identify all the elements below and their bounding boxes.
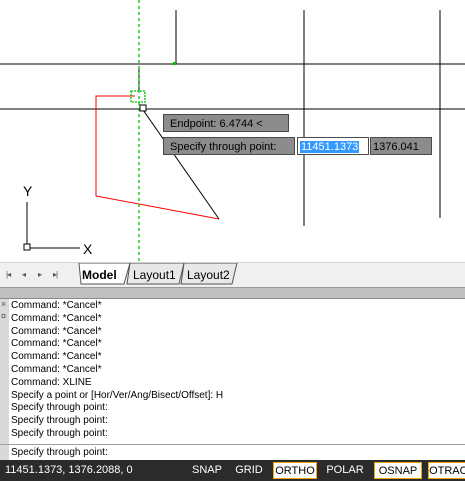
command-window-gutter: × ¤ [0, 299, 9, 444]
tab-model[interactable]: Model [82, 267, 117, 284]
history-line: Specify a point or [Hor/Ver/Ang/Bisect/O… [11, 389, 224, 401]
ucs-y-label: Y [23, 183, 33, 199]
ucs-x-label: X [83, 241, 93, 257]
ucs-origin-box [23, 243, 31, 251]
command-line-gutter [0, 445, 9, 460]
command-line [0, 444, 465, 460]
dynamic-input-prompt: Specify through point: [163, 137, 295, 155]
history-line: Command: *Cancel* [11, 351, 102, 363]
dynamic-input-y-field[interactable]: 1376.041 [370, 137, 432, 155]
grid-toggle[interactable]: GRID [232, 462, 266, 479]
options-icon[interactable]: ¤ [1, 311, 6, 321]
osnap-toggle[interactable]: OSNAP [374, 462, 422, 479]
endpoint-tooltip: Endpoint: 6.4744 < 270° [163, 114, 289, 148]
prev-tab-button[interactable]: ◂ [22, 270, 26, 279]
pickbox [139, 104, 147, 112]
command-history: × ¤ Command: *Cancel* Command: *Cancel* … [0, 299, 465, 444]
layout-tab-bar: |◂ ◂ ▸ ▸| Model Layout1 Layout2 [0, 262, 465, 288]
history-line: Command: *Cancel* [11, 312, 102, 324]
coordinate-readout[interactable]: 11451.1373, 1376.2088, 0 [5, 464, 133, 476]
otrack-toggle[interactable]: OTRACK [428, 462, 465, 479]
history-line: Command: *Cancel* [11, 300, 102, 311]
command-window-splitter[interactable] [0, 288, 465, 299]
history-line: Command: *Cancel* [11, 363, 102, 375]
polar-toggle[interactable]: POLAR [325, 462, 365, 479]
status-bar: 11451.1373, 1376.2088, 0 SNAP GRID ORTHO… [0, 460, 465, 481]
first-tab-button[interactable]: |◂ [6, 270, 11, 279]
dynamic-input-x-field[interactable]: 11451.1373 [297, 137, 369, 155]
last-tab-button[interactable]: ▸| [53, 270, 58, 279]
ortho-toggle[interactable]: ORTHO [273, 462, 317, 479]
drawing-canvas[interactable]: Y X Endpoint: 6.4744 < 270° Specify thro… [0, 0, 465, 262]
dynamic-input-x-value[interactable]: 11451.1373 [300, 141, 360, 153]
tab-shapes [78, 263, 238, 285]
grip-point [173, 62, 176, 65]
history-line: Command: XLINE [11, 376, 92, 388]
history-lines: Command: *Cancel* Command: *Cancel* Comm… [11, 300, 223, 441]
history-line: Specify through point: [11, 415, 108, 427]
tab-layout2[interactable]: Layout2 [187, 267, 230, 284]
history-line: Command: *Cancel* [11, 338, 102, 350]
next-tab-button[interactable]: ▸ [38, 270, 42, 279]
snap-toggle[interactable]: SNAP [190, 462, 224, 479]
history-line: Specify through point: [11, 427, 108, 439]
history-line: Command: *Cancel* [11, 325, 102, 337]
history-line: Specify through point: [11, 402, 108, 414]
command-input[interactable] [11, 445, 451, 460]
tab-layout1[interactable]: Layout1 [133, 267, 176, 284]
close-icon[interactable]: × [1, 299, 6, 309]
